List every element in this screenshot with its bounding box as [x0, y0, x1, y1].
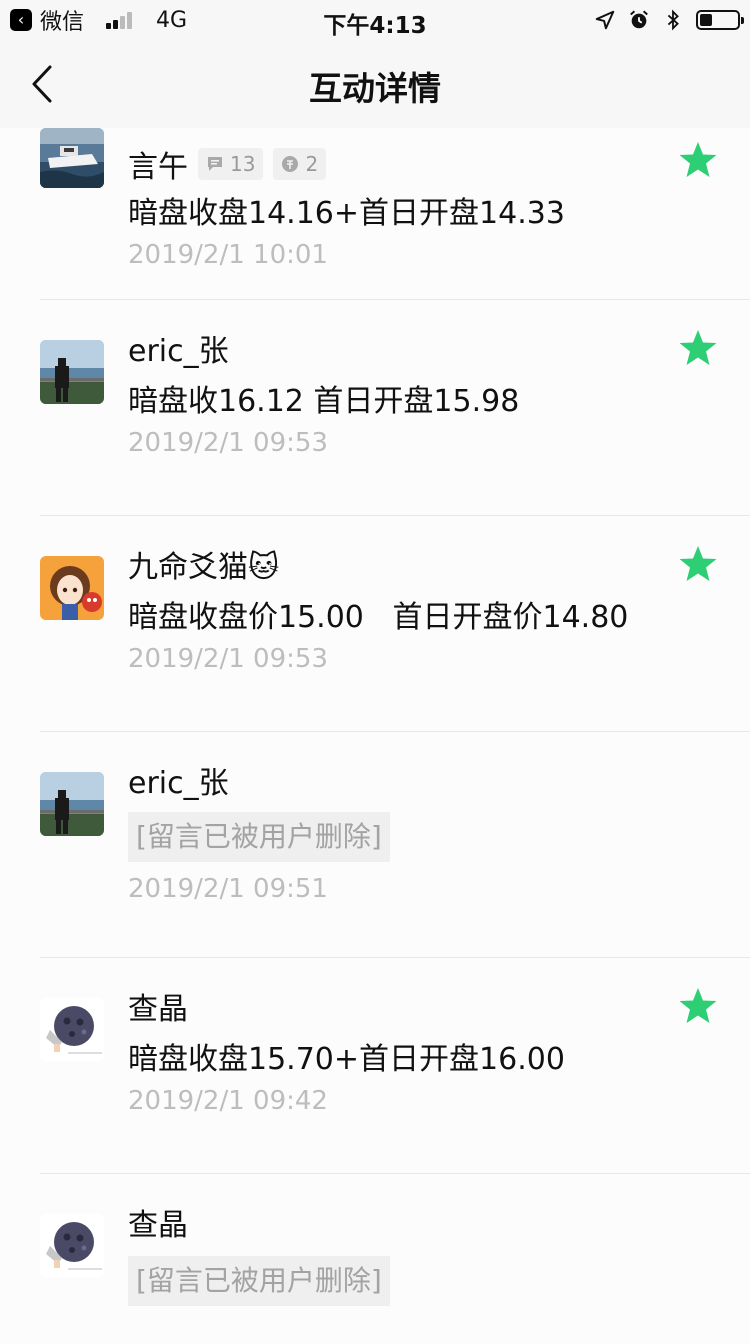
avatar[interactable]: [40, 556, 104, 620]
star-icon[interactable]: [678, 328, 718, 368]
status-bar-right: [594, 6, 744, 34]
comment-count-badge: 13: [198, 148, 264, 180]
comment-icon: [208, 157, 222, 171]
name-line: 查晶: [128, 984, 188, 1028]
comment-content: 暗盘收盘14.16+首日开盘14.33: [128, 196, 565, 231]
comment-item: 查晶 暗盘收盘15.70+首日开盘16.00 2019/2/1 09:42: [0, 958, 750, 1174]
coin-count: 2: [305, 152, 319, 176]
name-line: 查晶: [128, 1200, 188, 1244]
comment-content: 暗盘收盘15.70+首日开盘16.00: [128, 1042, 565, 1077]
comment-time: 2019/2/1 09:51: [128, 874, 328, 904]
comment-item: eric_张 暗盘收16.12 首日开盘15.98 2019/2/1 09:53: [0, 300, 750, 516]
avatar[interactable]: [40, 128, 104, 188]
name-line: eric_张: [128, 758, 229, 802]
deleted-comment-notice: [留言已被用户删除]: [128, 1256, 390, 1306]
user-name[interactable]: 查晶: [128, 1200, 188, 1244]
user-name[interactable]: 言午: [128, 142, 188, 186]
coin-count-badge: 2: [273, 148, 327, 180]
deleted-comment-notice: [留言已被用户删除]: [128, 812, 390, 862]
star-icon[interactable]: [678, 140, 718, 180]
location-arrow-icon: [595, 10, 615, 30]
comment-time: 2019/2/1 09:53: [128, 428, 328, 458]
name-line: eric_张: [128, 326, 229, 370]
comment-item: 言午 13 2 暗盘收盘14.16+首日开盘14.33 2019/2/1 10:…: [0, 128, 750, 300]
alarm-icon: [630, 10, 648, 29]
star-icon[interactable]: [678, 544, 718, 584]
comment-item: eric_张 [留言已被用户删除] 2019/2/1 09:51: [0, 732, 750, 958]
comment-item: 九命爻猫🐱 暗盘收盘价15.00 首日开盘价14.80 2019/2/1 09:…: [0, 516, 750, 732]
comment-count: 13: [230, 152, 256, 176]
comment-content: 暗盘收盘价15.00 首日开盘价14.80: [128, 600, 629, 635]
comment-time: 2019/2/1 09:42: [128, 1086, 328, 1116]
avatar[interactable]: [40, 340, 104, 404]
avatar[interactable]: [40, 772, 104, 836]
avatar[interactable]: [40, 1214, 104, 1278]
user-name[interactable]: 查晶: [128, 984, 188, 1028]
user-name[interactable]: eric_张: [128, 758, 229, 802]
name-line: 言午 13 2: [128, 142, 327, 186]
comment-time: 2019/2/1 09:53: [128, 644, 328, 674]
comment-time: 2019/2/1 10:01: [128, 240, 328, 270]
comment-list: 言午 13 2 暗盘收盘14.16+首日开盘14.33 2019/2/1 10:…: [0, 128, 750, 1344]
comment-content: 暗盘收16.12 首日开盘15.98: [128, 384, 520, 419]
comment-item: 查晶 [留言已被用户删除]: [0, 1174, 750, 1344]
navigation-bar: 互动详情: [0, 40, 750, 128]
name-line: 九命爻猫🐱: [128, 542, 279, 586]
bluetooth-icon: [667, 9, 679, 31]
page-title: 互动详情: [309, 69, 441, 108]
coin-icon: [282, 156, 299, 172]
status-bar: ‹ 微信 4G 下午4:13: [0, 0, 750, 40]
star-icon[interactable]: [678, 986, 718, 1026]
battery-icon: [696, 10, 744, 30]
user-name[interactable]: eric_张: [128, 326, 229, 370]
avatar[interactable]: [40, 998, 104, 1062]
user-name[interactable]: 九命爻猫🐱: [128, 542, 279, 586]
